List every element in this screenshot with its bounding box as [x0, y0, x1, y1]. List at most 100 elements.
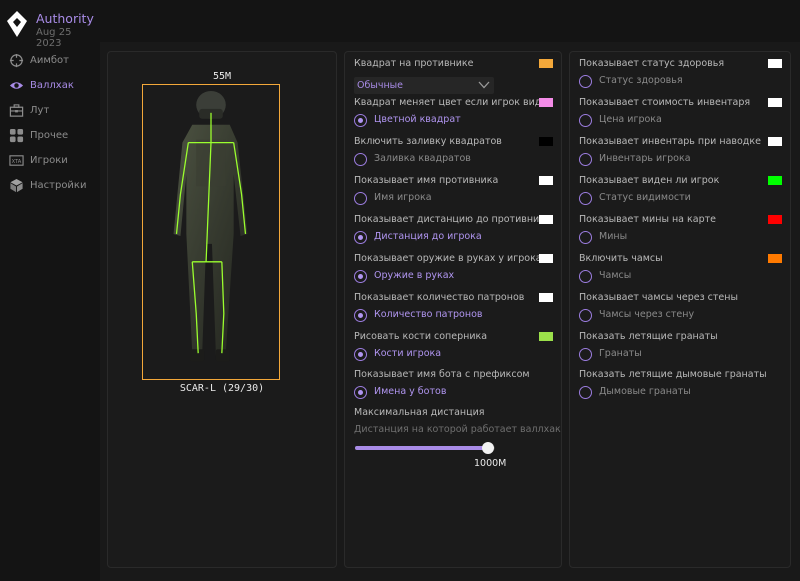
radio-toggle[interactable] [579, 231, 592, 244]
option-title: Показывает имя противника [354, 175, 499, 186]
sidebar-item-aimbot[interactable]: Аимбот [0, 48, 100, 73]
color-swatch[interactable] [539, 59, 553, 68]
radio-toggle[interactable] [579, 114, 592, 127]
radio-toggle[interactable] [579, 309, 592, 322]
slider-thumb[interactable] [482, 442, 494, 454]
option-smoke-grenades: Показать летящие дымовые гранаты Дымовые… [579, 369, 782, 405]
option-visible: Показывает виден ли игрок Статус видимос… [579, 175, 782, 211]
radio-toggle[interactable] [579, 75, 592, 88]
option-title: Показывает инвентарь при наводке [579, 136, 761, 147]
option-weapon: Показывает оружие в руках у игрока Оружи… [354, 253, 553, 289]
option-label[interactable]: Заливка квадратов [374, 153, 471, 164]
brand: Authority Aug 25 2023 [6, 8, 100, 49]
radio-toggle[interactable] [579, 192, 592, 205]
crosshair-icon [8, 53, 24, 69]
option-color-change: Квадрат меняет цвет если игрок виден Цве… [354, 97, 553, 133]
option-label[interactable]: Количество патронов [374, 309, 482, 320]
option-label[interactable]: Цена игрока [599, 114, 662, 125]
radio-toggle[interactable] [354, 192, 367, 205]
color-swatch[interactable] [539, 215, 553, 224]
color-swatch[interactable] [768, 98, 782, 107]
option-mines: Показывает мины на карте Мины [579, 214, 782, 250]
radio-toggle[interactable] [354, 231, 367, 244]
option-label[interactable]: Дистанция до игрока [374, 231, 482, 242]
preview-box [142, 84, 280, 380]
option-title: Показывает дистанцию до противника [354, 214, 551, 225]
color-swatch[interactable] [539, 98, 553, 107]
radio-toggle[interactable] [579, 386, 592, 399]
option-title: Квадрат меняет цвет если игрок виден [354, 97, 554, 108]
color-swatch[interactable] [539, 293, 553, 302]
radio-toggle[interactable] [354, 309, 367, 322]
radio-toggle[interactable] [354, 386, 367, 399]
radio-toggle[interactable] [579, 270, 592, 283]
option-label[interactable]: Дымовые гранаты [599, 386, 691, 397]
grid-icon [8, 128, 24, 144]
option-inventory-hover: Показывает инвентарь при наводке Инвента… [579, 136, 782, 172]
radio-toggle[interactable] [354, 348, 367, 361]
option-max-distance: Максимальная дистанция Дистанция на кото… [354, 407, 561, 471]
option-title: Показывает стоимость инвентаря [579, 97, 751, 108]
preview-distance: 55M [212, 71, 232, 82]
option-title: Показывает чамсы через стены [579, 292, 738, 303]
extra-settings-panel: Показывает статус здоровья Статус здоров… [569, 51, 791, 568]
option-label[interactable]: Цветной квадрат [374, 114, 461, 125]
color-swatch[interactable] [539, 137, 553, 146]
option-subtitle: Дистанция на которой работает валлхак [354, 424, 561, 435]
color-swatch[interactable] [768, 176, 782, 185]
sidebar-nav: Аимбот Валлхак Лут Прочее XTA Игроки Нас… [0, 48, 100, 198]
option-title: Показать летящие дымовые гранаты [579, 369, 767, 380]
option-label[interactable]: Инвентарь игрока [599, 153, 691, 164]
option-label[interactable]: Статус видимости [599, 192, 691, 203]
radio-toggle[interactable] [579, 348, 592, 361]
option-title: Показывает виден ли игрок [579, 175, 720, 186]
sidebar-item-players[interactable]: XTA Игроки [0, 148, 100, 173]
color-swatch[interactable] [768, 254, 782, 263]
option-label[interactable]: Мины [599, 231, 627, 242]
option-label[interactable]: Статус здоровья [599, 75, 683, 86]
select-value: Обычные [357, 80, 404, 91]
option-label[interactable]: Чамсы [599, 270, 631, 281]
color-swatch[interactable] [539, 332, 553, 341]
player-model-figure [173, 90, 248, 362]
cube-icon [8, 178, 24, 194]
option-grenades: Показать летящие гранаты Гранаты [579, 331, 782, 367]
sidebar-item-label: Аимбот [30, 55, 69, 66]
color-swatch[interactable] [768, 137, 782, 146]
option-label[interactable]: Оружие в руках [374, 270, 454, 281]
option-label[interactable]: Имя игрока [374, 192, 432, 203]
option-distance: Показывает дистанцию до противника Диста… [354, 214, 553, 250]
toolbox-icon [8, 103, 24, 119]
option-ammo: Показывает количество патронов Количеств… [354, 292, 553, 328]
option-chams: Включить чамсы Чамсы [579, 253, 782, 289]
sidebar-item-wallhack[interactable]: Валлхак [0, 73, 100, 98]
app-title: Authority [36, 11, 94, 26]
option-label[interactable]: Гранаты [599, 348, 642, 359]
sidebar-item-settings[interactable]: Настройки [0, 173, 100, 198]
color-swatch[interactable] [539, 176, 553, 185]
radio-toggle[interactable] [354, 153, 367, 166]
main-content: 55M SCAR-L (29/30) Квадрат на противнике… [100, 42, 800, 581]
box-type-select[interactable]: Обычные [354, 77, 494, 94]
option-title: Показывает количество патронов [354, 292, 525, 303]
sidebar-item-misc[interactable]: Прочее [0, 123, 100, 148]
radio-toggle[interactable] [579, 153, 592, 166]
color-swatch[interactable] [768, 59, 782, 68]
sidebar-item-loot[interactable]: Лут [0, 98, 100, 123]
option-label[interactable]: Кости игрока [374, 348, 441, 359]
color-swatch[interactable] [539, 254, 553, 263]
option-title: Квадрат на противнике [354, 58, 474, 69]
slider-value: 1000M [474, 458, 507, 469]
radio-toggle[interactable] [354, 270, 367, 283]
option-inventory-value: Показывает стоимость инвентаря Цена игро… [579, 97, 782, 133]
esp-preview-panel: 55M SCAR-L (29/30) [107, 51, 337, 568]
option-label[interactable]: Имена у ботов [374, 386, 446, 397]
radio-toggle[interactable] [354, 114, 367, 127]
option-box: Квадрат на противнике Обычные [354, 58, 553, 94]
color-swatch[interactable] [768, 215, 782, 224]
app-date: Aug 25 2023 [36, 27, 72, 49]
max-distance-slider[interactable] [355, 442, 495, 454]
option-label[interactable]: Чамсы через стену [599, 309, 694, 320]
sidebar-item-label: Лут [30, 105, 50, 116]
option-title: Включить заливку квадратов [354, 136, 502, 147]
